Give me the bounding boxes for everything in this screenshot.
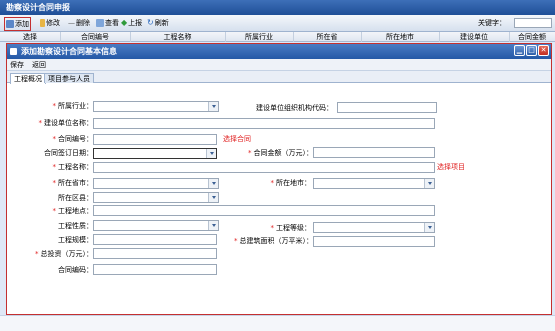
tab-participants[interactable]: 项目参与人员 [44,73,94,83]
province-label: * 所在省市： [52,179,94,187]
app-title: 勘察设计合同申报 [0,0,555,15]
edit-button[interactable]: 修改 [40,17,60,29]
back-button[interactable]: 返回 [32,60,46,70]
view-icon [96,19,104,27]
nature-label: 工程性质： [58,222,93,230]
keyword-text: 关键字： [478,19,506,27]
col-contract-no[interactable]: 合同编号 [60,32,131,42]
dialog-toolbar: 保存 返回 [7,59,551,71]
delete-label: 删除 [76,19,90,27]
dialog-titlebar: 添加勘察设计合同基本信息 ▁ □ ✕ [7,44,551,59]
add-icon [6,20,14,28]
tab-overview[interactable]: 工程概况 [10,73,46,84]
col-province[interactable]: 所在省 [293,32,362,42]
location-input[interactable] [93,205,435,216]
refresh-label: 刷新 [154,19,169,27]
amount-label: * 合同金额（万元）： [248,149,313,157]
save-button[interactable]: 保存 [10,60,24,70]
nature-select[interactable] [93,220,219,231]
col-amount[interactable]: 合同金额 [509,32,555,42]
report-button[interactable]: ◆ 上报 [121,17,142,29]
add-button[interactable]: 添加 [4,17,31,31]
district-label: 所在区县： [58,194,93,202]
minimize-button[interactable]: ▁ [514,45,525,56]
refresh-icon: ↻ [147,18,154,27]
contract-no-label: * 合同编号： [52,135,94,143]
sign-date-label: 合同签订日期： [44,149,93,157]
delete-button[interactable]: — 删除 [68,17,90,29]
location-label: * 工程地点： [52,207,94,215]
grade-select[interactable] [313,222,435,233]
contract-code-label: 合同编码： [58,266,93,274]
choose-contract-link[interactable]: 选择合同 [223,134,251,144]
col-industry[interactable]: 所属行业 [225,32,294,42]
dialog-title: 添加勘察设计合同基本信息 [21,47,117,56]
city-label: * 所在地市： [270,179,312,187]
sign-date-picker[interactable] [93,148,217,159]
org-code-input[interactable] [337,102,437,113]
district-select[interactable] [93,192,219,203]
project-name-input[interactable] [93,162,435,173]
choose-project-link[interactable]: 选择项目 [437,162,465,172]
investment-label: * 总投资（万元）： [35,250,93,258]
outer-toolbar: 添加 修改 — 删除 查看 ◆ 上报 ↻ 刷新 关键字： [0,15,555,32]
scale-input[interactable] [93,234,217,245]
outer-grid-header: 选择 合同编号 工程名称 所属行业 所在省 所在地市 建设单位 合同金额 [0,32,555,42]
add-label: 添加 [15,20,29,28]
project-name-label: * 工程名称： [52,163,94,171]
close-button[interactable]: ✕ [538,45,549,56]
edit-label: 修改 [46,19,60,27]
report-label: 上报 [128,19,143,27]
keyword-input[interactable] [514,18,552,28]
dialog-icon [10,48,17,55]
edit-icon [40,19,45,27]
industry-label: * 所属行业： [52,102,94,110]
col-builder[interactable]: 建设单位 [439,32,510,42]
add-contract-dialog: 添加勘察设计合同基本信息 ▁ □ ✕ 保存 返回 工程概况 项目参与人员 * 所属… [6,43,552,315]
area-label: * 总建筑面积（万平米）： [234,237,313,245]
area-input[interactable] [313,236,435,247]
col-city[interactable]: 所在地市 [361,32,440,42]
maximize-button[interactable]: □ [526,45,537,56]
up-arrow-icon: ◆ [121,18,128,27]
col-project-name[interactable]: 工程名称 [130,32,226,42]
amount-input[interactable] [313,147,435,158]
status-strip [0,315,555,331]
org-code-label: 建设单位组织机构代码： [256,104,333,112]
province-select[interactable] [93,178,219,189]
contract-no-input[interactable] [93,134,217,145]
city-select[interactable] [313,178,435,189]
industry-select[interactable] [93,101,219,112]
grade-label: * 工程等级： [270,224,312,232]
builder-input[interactable] [93,118,435,129]
contract-code-input[interactable] [93,264,217,275]
builder-label: * 建设单位名称： [38,119,94,127]
scale-label: 工程规模： [58,236,93,244]
dialog-tabs: 工程概况 项目参与人员 [7,71,551,84]
view-button[interactable]: 查看 [96,17,119,29]
refresh-button[interactable]: ↻ 刷新 [147,17,169,29]
keyword-label: 关键字： [478,17,506,29]
delete-icon: — [68,19,75,27]
view-label: 查看 [105,19,119,27]
col-select[interactable]: 选择 [0,32,61,42]
investment-input[interactable] [93,248,217,259]
